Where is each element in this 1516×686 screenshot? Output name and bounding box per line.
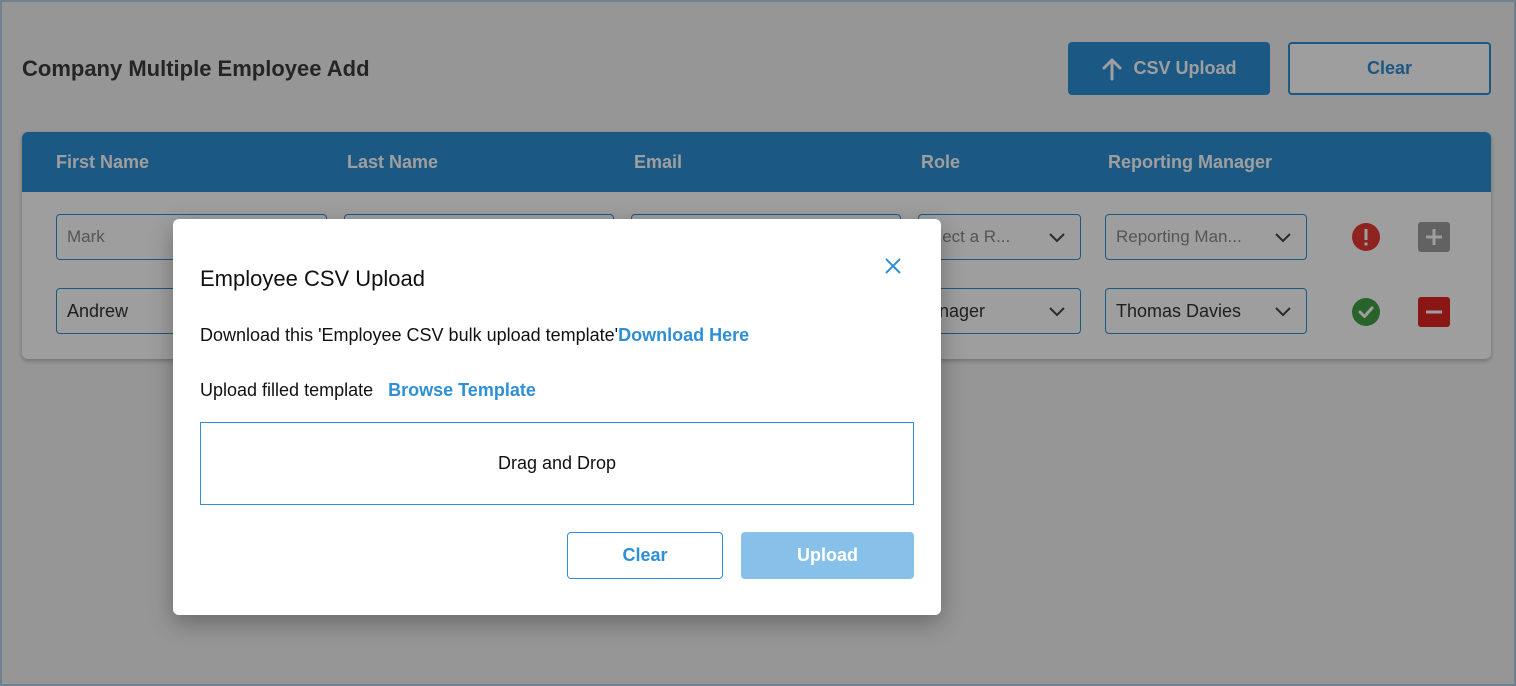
dialog-clear-button[interactable]: Clear — [567, 532, 723, 579]
close-icon[interactable] — [881, 254, 905, 278]
browse-template-link[interactable]: Browse Template — [388, 380, 536, 400]
dialog-title: Employee CSV Upload — [200, 266, 426, 291]
drag-drop-zone[interactable]: Drag and Drop — [200, 422, 914, 505]
upload-instruction: Upload filled template Browse Template — [200, 380, 536, 401]
dropzone-label: Drag and Drop — [497, 453, 617, 473]
dialog-upload-button[interactable]: Upload — [741, 532, 914, 579]
csv-upload-dialog: Employee CSV Upload Download this 'Emplo… — [173, 219, 941, 615]
download-link[interactable]: Download Here — [618, 325, 749, 345]
download-instruction: Download this 'Employee CSV bulk upload … — [200, 325, 749, 346]
upload-text: Upload filled template — [200, 380, 374, 400]
download-text: Download this 'Employee CSV bulk upload … — [200, 325, 619, 345]
